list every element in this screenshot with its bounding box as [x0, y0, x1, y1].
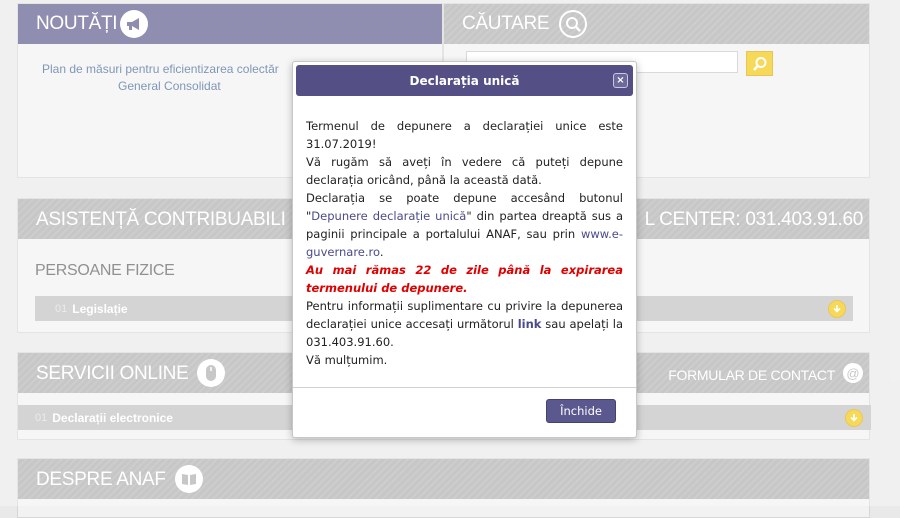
info-link[interactable]: link: [518, 317, 542, 331]
dialog-body: Termenul de depunere a declarației unice…: [306, 117, 623, 369]
close-icon[interactable]: ×: [613, 73, 628, 88]
deadline-text: Termenul de depunere a declarației unice…: [306, 119, 623, 151]
dialog-title: Declarația unică: [409, 73, 520, 88]
declaratia-unica-dialog: Declarația unică × Termenul de depunere …: [292, 61, 637, 438]
howto-text: Declarația se poate depune accesând buto…: [306, 191, 623, 259]
depunere-link[interactable]: Depunere declarație unică: [311, 209, 466, 223]
info-text: Pentru informații suplimentare cu privir…: [306, 299, 623, 349]
warning-text: Au mai rămas 22 de zile până la expirare…: [306, 263, 623, 295]
close-button[interactable]: Închide: [546, 399, 616, 423]
thanks-text: Vă mulțumim.: [306, 353, 388, 367]
dialog-title-bar: Declarația unică ×: [296, 65, 633, 96]
dialog-divider: [293, 387, 636, 388]
reminder-text: Vă rugăm să aveți în vedere că puteți de…: [306, 155, 623, 187]
